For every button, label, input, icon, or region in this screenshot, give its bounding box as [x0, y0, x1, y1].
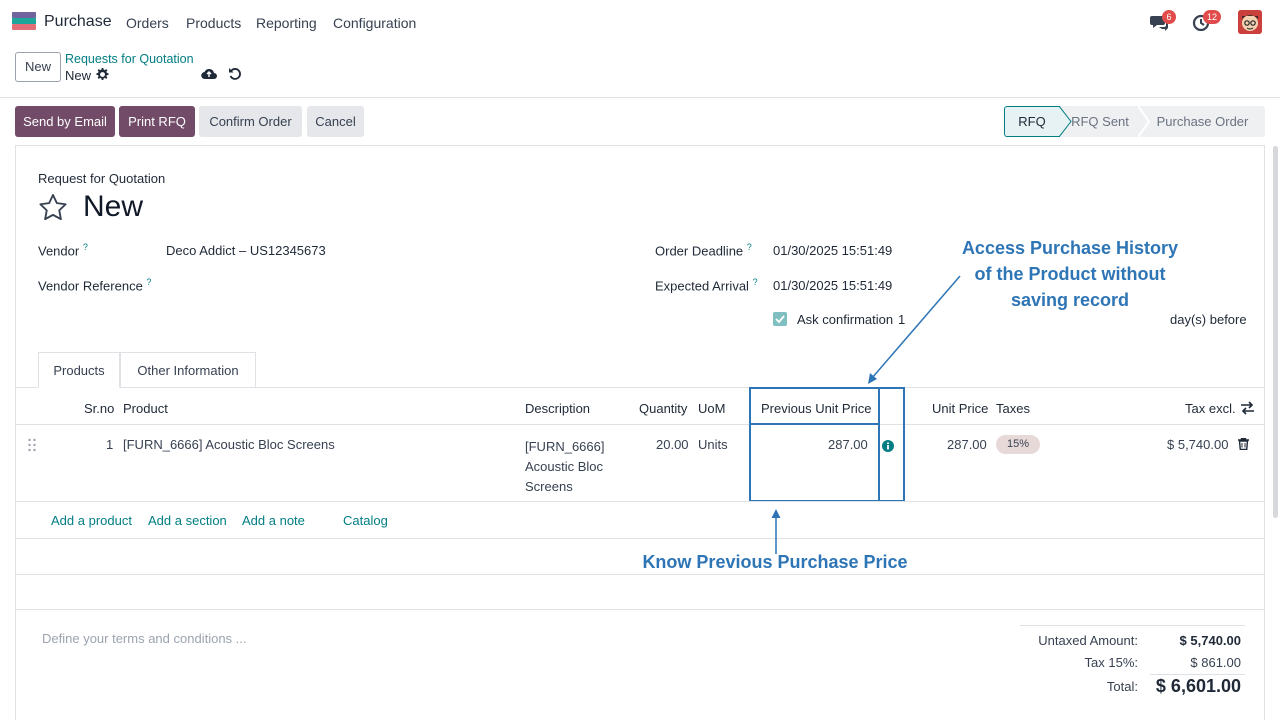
- status-purchase-order[interactable]: Purchase Order: [1140, 106, 1265, 137]
- star-icon[interactable]: [38, 193, 68, 222]
- discard-icon[interactable]: [228, 67, 242, 81]
- menu-products[interactable]: Products: [186, 15, 241, 31]
- messages-badge: 6: [1162, 10, 1176, 24]
- new-button[interactable]: New: [15, 52, 61, 82]
- print-rfq-button[interactable]: Print RFQ: [119, 106, 195, 137]
- untaxed-amount-value: $ 5,740.00: [1179, 633, 1241, 648]
- totals-top-divider: [1020, 625, 1245, 626]
- vendor-field[interactable]: Deco Addict – US12345673: [166, 243, 326, 258]
- status-arrow: [1059, 106, 1072, 137]
- row-tax-badge[interactable]: 15%: [996, 435, 1040, 454]
- expected-arrival-label: Expected Arrival ?: [655, 277, 758, 294]
- row-unit-price[interactable]: 287.00: [947, 437, 987, 452]
- add-links-divider: [16, 538, 1264, 539]
- confirm-order-button[interactable]: Confirm Order: [199, 106, 302, 137]
- total-value: $ 6,601.00: [1155, 676, 1241, 696]
- untaxed-amount-label: Untaxed Amount:: [1038, 633, 1138, 648]
- menu-configuration[interactable]: Configuration: [333, 15, 416, 31]
- tax-label: Tax 15%:: [1084, 655, 1138, 670]
- control-panel-divider: [0, 97, 1280, 98]
- previous-price-callout: Know Previous Purchase Price: [642, 552, 908, 572]
- col-product[interactable]: Product: [123, 401, 168, 416]
- callout-arrow-price: [771, 509, 781, 554]
- record-title[interactable]: New: [83, 190, 143, 224]
- days-before-label: day(s) before: [1170, 312, 1247, 327]
- row-uom[interactable]: Units: [698, 437, 728, 452]
- row-product[interactable]: [FURN_6666] Acoustic Bloc Screens: [123, 437, 335, 452]
- drag-handle-icon[interactable]: [27, 438, 37, 452]
- tax-value: $ 861.00: [1190, 655, 1241, 670]
- trash-icon[interactable]: [1238, 438, 1249, 450]
- col-taxes[interactable]: Taxes: [996, 401, 1030, 416]
- col-description[interactable]: Description: [525, 401, 590, 416]
- col-unit-price[interactable]: Unit Price: [932, 401, 988, 416]
- user-avatar[interactable]: [1238, 10, 1262, 34]
- row-subtotal: $ 5,740.00: [1167, 437, 1229, 452]
- add-product-link[interactable]: Add a product: [51, 513, 132, 528]
- breadcrumb-parent[interactable]: Requests for Quotation: [65, 52, 194, 66]
- breadcrumb-current: New: [65, 68, 92, 83]
- row-quantity[interactable]: 20.00: [656, 437, 689, 452]
- order-deadline-field[interactable]: 01/30/2025 15:51:49: [773, 243, 892, 258]
- purchase-app-icon[interactable]: [12, 12, 36, 30]
- vendor-reference-label: Vendor Reference ?: [38, 277, 152, 294]
- add-section-link[interactable]: Add a section: [148, 513, 227, 528]
- activity-badge: 12: [1203, 10, 1222, 24]
- status-rfq[interactable]: RFQ: [1004, 106, 1060, 137]
- col-quantity[interactable]: Quantity: [639, 401, 687, 416]
- doc-type-label: Request for Quotation: [38, 171, 166, 186]
- scrollbar[interactable]: [1273, 146, 1278, 518]
- top-navbar: Purchase Orders Products Reporting Confi…: [0, 0, 1280, 46]
- row-divider: [16, 501, 1264, 502]
- menu-reporting[interactable]: Reporting: [256, 15, 317, 31]
- footer-divider: [16, 609, 1264, 610]
- order-deadline-label: Order Deadline ?: [655, 242, 752, 259]
- total-label: Total:: [1106, 679, 1138, 694]
- tab-other-information[interactable]: Other Information: [120, 352, 256, 388]
- catalog-link[interactable]: Catalog: [343, 513, 388, 528]
- terms-conditions-field[interactable]: Define your terms and conditions ...: [42, 631, 247, 646]
- col-srno[interactable]: Sr.no: [84, 401, 114, 416]
- previous-price-highlight-line: [749, 423, 880, 425]
- cancel-button[interactable]: Cancel: [307, 106, 364, 137]
- previous-price-highlight: [749, 387, 880, 502]
- col-tax-excl[interactable]: Tax excl.: [1185, 401, 1236, 416]
- app-name[interactable]: Purchase: [44, 13, 112, 31]
- menu-orders[interactable]: Orders: [126, 15, 169, 31]
- add-note-link[interactable]: Add a note: [242, 513, 305, 528]
- send-by-email-button[interactable]: Send by Email: [15, 106, 115, 137]
- gear-icon[interactable]: [96, 68, 109, 81]
- vendor-label: Vendor ?: [38, 242, 88, 259]
- totals-divider: [1150, 674, 1245, 675]
- col-uom[interactable]: UoM: [698, 401, 725, 416]
- callout-arrow-history: [868, 275, 961, 384]
- status-separator: [1138, 106, 1151, 137]
- purchase-history-callout: Access Purchase History of the Product w…: [961, 238, 1179, 310]
- vendor-reference-field[interactable]: [166, 272, 606, 296]
- tab-products[interactable]: Products: [38, 352, 120, 388]
- save-cloud-icon[interactable]: [201, 67, 217, 81]
- row-srno: 1: [106, 437, 114, 452]
- optional-columns-icon[interactable]: [1240, 401, 1255, 415]
- info-column-highlight: [878, 387, 905, 502]
- row-description[interactable]: [FURN_6666] Acoustic Bloc Screens: [525, 437, 604, 497]
- ask-confirmation-checkbox[interactable]: [773, 312, 787, 326]
